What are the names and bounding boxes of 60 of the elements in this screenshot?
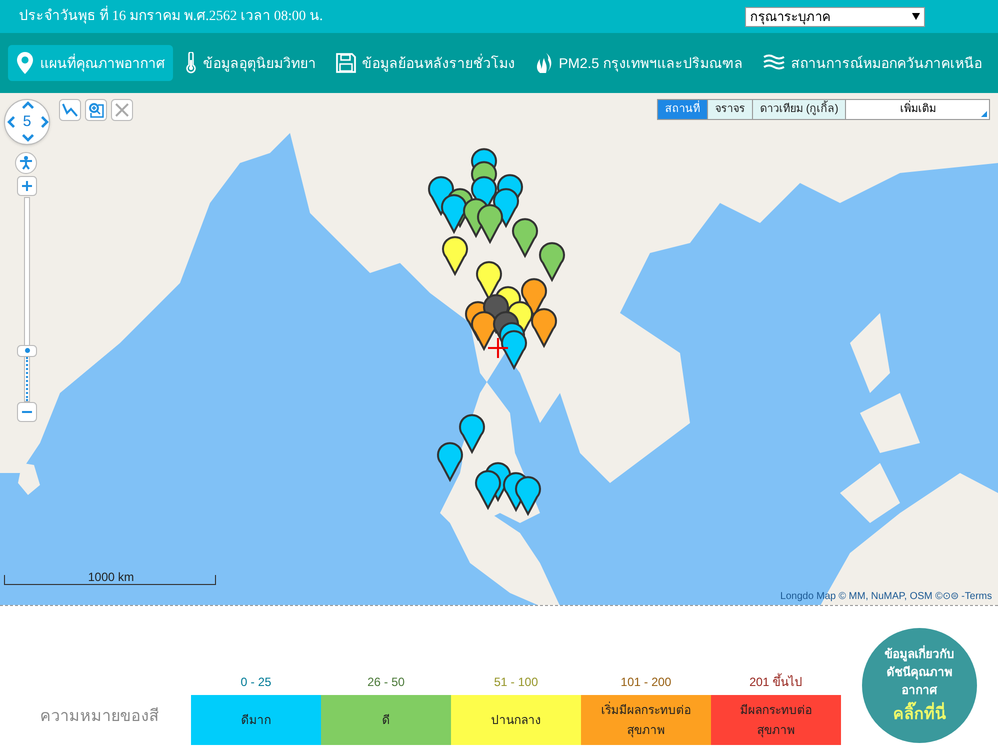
date-text: ประจำวันพุธ ที่ 16 มกราคม พ.ศ.2562 เวลา 08:00 น. (19, 6, 323, 27)
flame-icon (534, 52, 553, 74)
range-label: 51 - 100 (494, 674, 538, 691)
zoom-in-button[interactable] (17, 176, 37, 196)
crosshair-icon (487, 337, 509, 359)
thermometer-icon (184, 52, 197, 74)
dropdown-arrow-icon (912, 13, 920, 20)
pan-right-icon[interactable] (41, 116, 49, 128)
range-label: 201 ขึ้นไป (749, 673, 803, 691)
map-pin-icon (16, 51, 34, 75)
nav-tab[interactable]: ข้อมูลอุตุนิยมวิทยา (176, 45, 324, 81)
station-marker[interactable] (459, 414, 485, 453)
nav-tab[interactable]: ข้อมูลย้อนหลังรายชั่วโมง (328, 45, 523, 81)
station-marker[interactable] (493, 188, 519, 227)
close-icon (115, 103, 129, 117)
nav-tab[interactable]: แผนที่คุณภาพอากาศ (8, 45, 173, 81)
legend-title: ความหมายของสี (39, 706, 160, 727)
pan-up-icon[interactable] (22, 101, 34, 109)
legend-swatch: มีผลกระทบต่อสุขภาพ (711, 695, 841, 745)
pan-left-icon[interactable] (7, 116, 15, 128)
legend-swatch: ปานกลาง (451, 695, 581, 745)
map-attribution: Longdo Map © MM, NuMAP, OSM ©⊙⊜ - (780, 590, 965, 604)
plus-icon (22, 181, 32, 191)
station-marker[interactable] (476, 261, 502, 300)
station-marker[interactable] (441, 194, 467, 233)
station-marker[interactable] (442, 236, 468, 275)
zoom-slider-thumb[interactable] (17, 344, 37, 357)
region-select[interactable]: กรุณาระบุภาค (745, 6, 925, 26)
info-title: ข้อมูลเกี่ยวกับดัชนีคุณภาพอากาศ (884, 644, 956, 698)
station-marker[interactable] (515, 476, 541, 515)
range-label: 26 - 50 (367, 674, 405, 691)
station-marker[interactable] (471, 311, 497, 350)
station-marker[interactable] (512, 218, 538, 257)
scale-label: 1000 km (88, 571, 134, 583)
waves-icon (762, 54, 785, 72)
island-drawing (18, 463, 40, 495)
magnifier-plus-icon (88, 102, 104, 118)
nav-tab[interactable]: สถานการณ์หมอกควันภาคเหนือ (754, 45, 990, 81)
range-label: 101 - 200 (620, 674, 672, 691)
zoom-slider[interactable] (17, 197, 37, 402)
legend-swatch: ดี (321, 695, 451, 745)
pan-down-icon[interactable] (22, 134, 34, 142)
terms-link[interactable]: Terms (964, 589, 992, 604)
zoom-out-button[interactable] (17, 402, 37, 422)
station-marker[interactable] (437, 442, 463, 481)
nav-tab[interactable]: PM2.5 กรุงเทพฯและปริมณฑล (526, 45, 752, 81)
line-chart-icon (62, 103, 78, 117)
info-button[interactable]: ข้อมูลเกี่ยวกับดัชนีคุณภาพอากาศ คลิ๊กที่นี่ (862, 628, 977, 743)
range-label: 0 - 25 (240, 674, 272, 691)
station-marker[interactable] (477, 204, 503, 243)
legend-swatch: ดีมาก (191, 695, 321, 745)
station-marker[interactable] (539, 242, 565, 281)
station-marker[interactable] (531, 308, 557, 347)
zoom-level: 5 (22, 112, 32, 132)
zoom-box-button[interactable] (85, 99, 107, 121)
person-icon (19, 156, 33, 170)
legend-swatch: เริ่มมีผลกระทบต่อสุขภาพ (581, 695, 711, 745)
info-link[interactable]: คลิ๊กที่นี่ (893, 702, 946, 726)
station-marker[interactable] (501, 330, 527, 369)
measure-tool-button[interactable] (59, 99, 81, 121)
